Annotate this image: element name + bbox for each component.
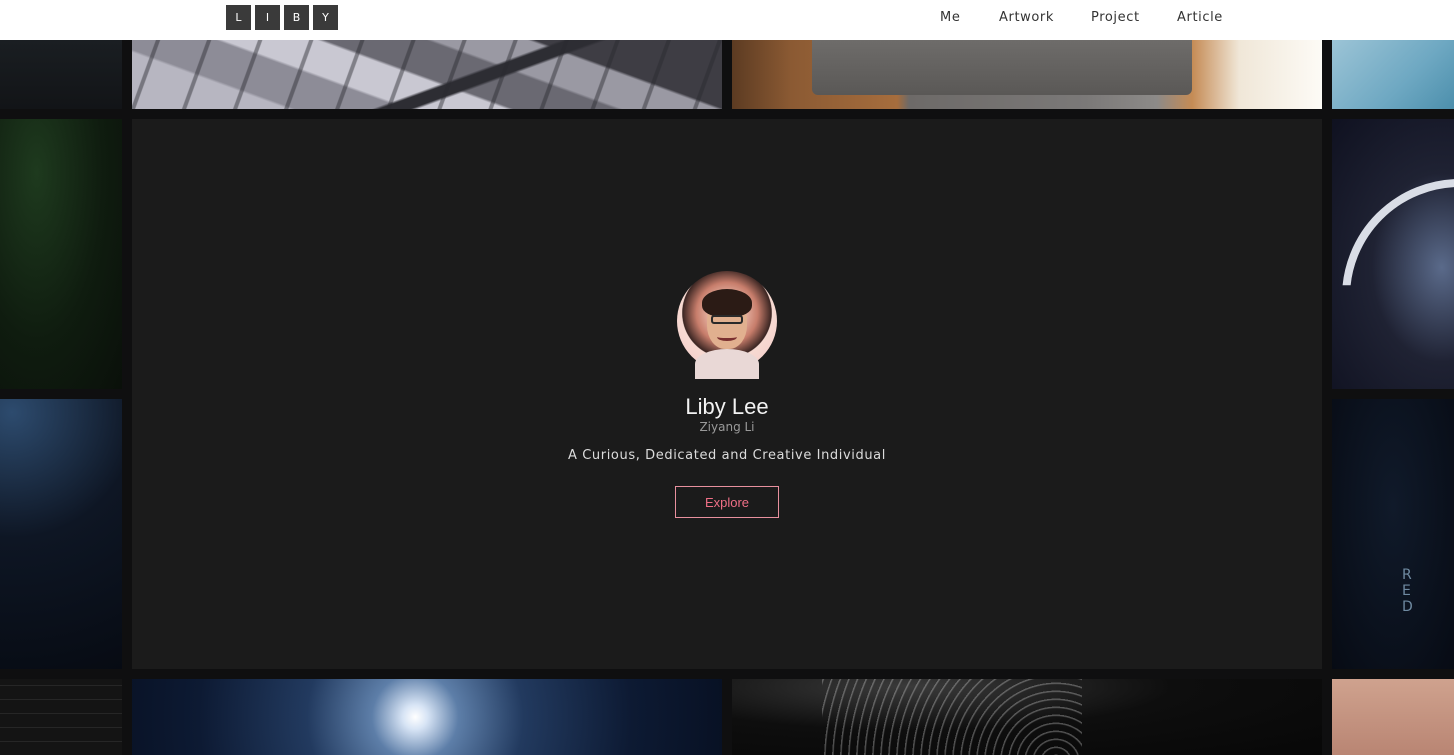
avatar-shirt <box>695 349 759 379</box>
avatar <box>677 271 777 379</box>
explore-button[interactable]: Explore <box>675 486 779 518</box>
avatar-smile <box>717 333 737 341</box>
gallery-tile[interactable] <box>0 119 122 389</box>
gallery-tile[interactable] <box>132 679 722 755</box>
profile-name: Liby Lee <box>685 394 769 419</box>
gallery-tile[interactable] <box>0 399 122 669</box>
nav-item-article[interactable]: Article <box>1177 10 1223 25</box>
avatar-hair <box>702 289 752 317</box>
gallery-tile[interactable] <box>1332 119 1454 389</box>
gallery-tile[interactable] <box>732 679 1322 755</box>
main-nav: Me Artwork Project Article <box>0 0 1454 40</box>
profile-subname: Ziyang Li <box>699 420 755 434</box>
gallery-tile[interactable] <box>0 679 122 755</box>
nav-item-me[interactable]: Me <box>940 10 960 25</box>
gallery-tile[interactable] <box>0 40 122 109</box>
gallery-tile[interactable] <box>1332 40 1454 109</box>
avatar-glasses <box>711 315 743 324</box>
gallery-tile[interactable] <box>1332 679 1454 755</box>
gallery-tile[interactable]: R E D <box>1332 399 1454 669</box>
gallery-tile[interactable] <box>132 40 722 109</box>
nav-item-project[interactable]: Project <box>1091 10 1140 25</box>
top-header: L I B Y Me Artwork Project Article <box>0 0 1454 40</box>
gallery-tile[interactable] <box>732 40 1322 109</box>
nav-item-artwork[interactable]: Artwork <box>999 10 1054 25</box>
tile-overlay-text: R E D <box>1402 567 1423 615</box>
profile-tagline: A Curious, Dedicated and Creative Indivi… <box>568 448 886 463</box>
